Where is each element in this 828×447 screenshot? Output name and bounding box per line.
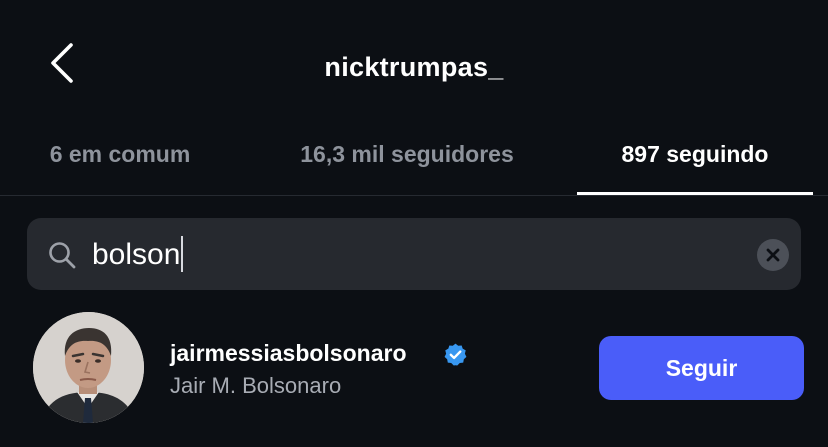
profile-photo	[33, 312, 144, 423]
page-title: nicktrumpas_	[324, 52, 504, 82]
text-cursor	[181, 236, 184, 273]
header: nicktrumpas_	[0, 0, 828, 130]
follow-button[interactable]: Seguir	[599, 336, 804, 400]
avatar[interactable]	[33, 312, 144, 423]
tab-mutual[interactable]: 6 em comum	[20, 141, 220, 187]
tab-bar: 6 em comum 16,3 mil seguidores 897 segui…	[0, 130, 828, 196]
search-input[interactable]: bolson	[92, 236, 184, 274]
search-field[interactable]: bolson	[27, 218, 801, 290]
search-input-value: bolson	[92, 238, 181, 271]
tab-followers[interactable]: 16,3 mil seguidores	[262, 141, 552, 187]
username[interactable]: jairmessiasbolsonaro	[170, 340, 407, 367]
list-item[interactable]: jairmessiasbolsonaro Jair M. Bolsonaro S…	[0, 307, 828, 432]
active-tab-indicator	[577, 192, 813, 195]
search-icon	[49, 242, 76, 269]
clear-icon	[766, 248, 780, 262]
clear-search-button[interactable]	[757, 239, 789, 271]
verified-badge-icon	[444, 343, 467, 366]
full-name: Jair M. Bolsonaro	[170, 373, 342, 398]
tab-following[interactable]: 897 seguindo	[577, 141, 813, 187]
